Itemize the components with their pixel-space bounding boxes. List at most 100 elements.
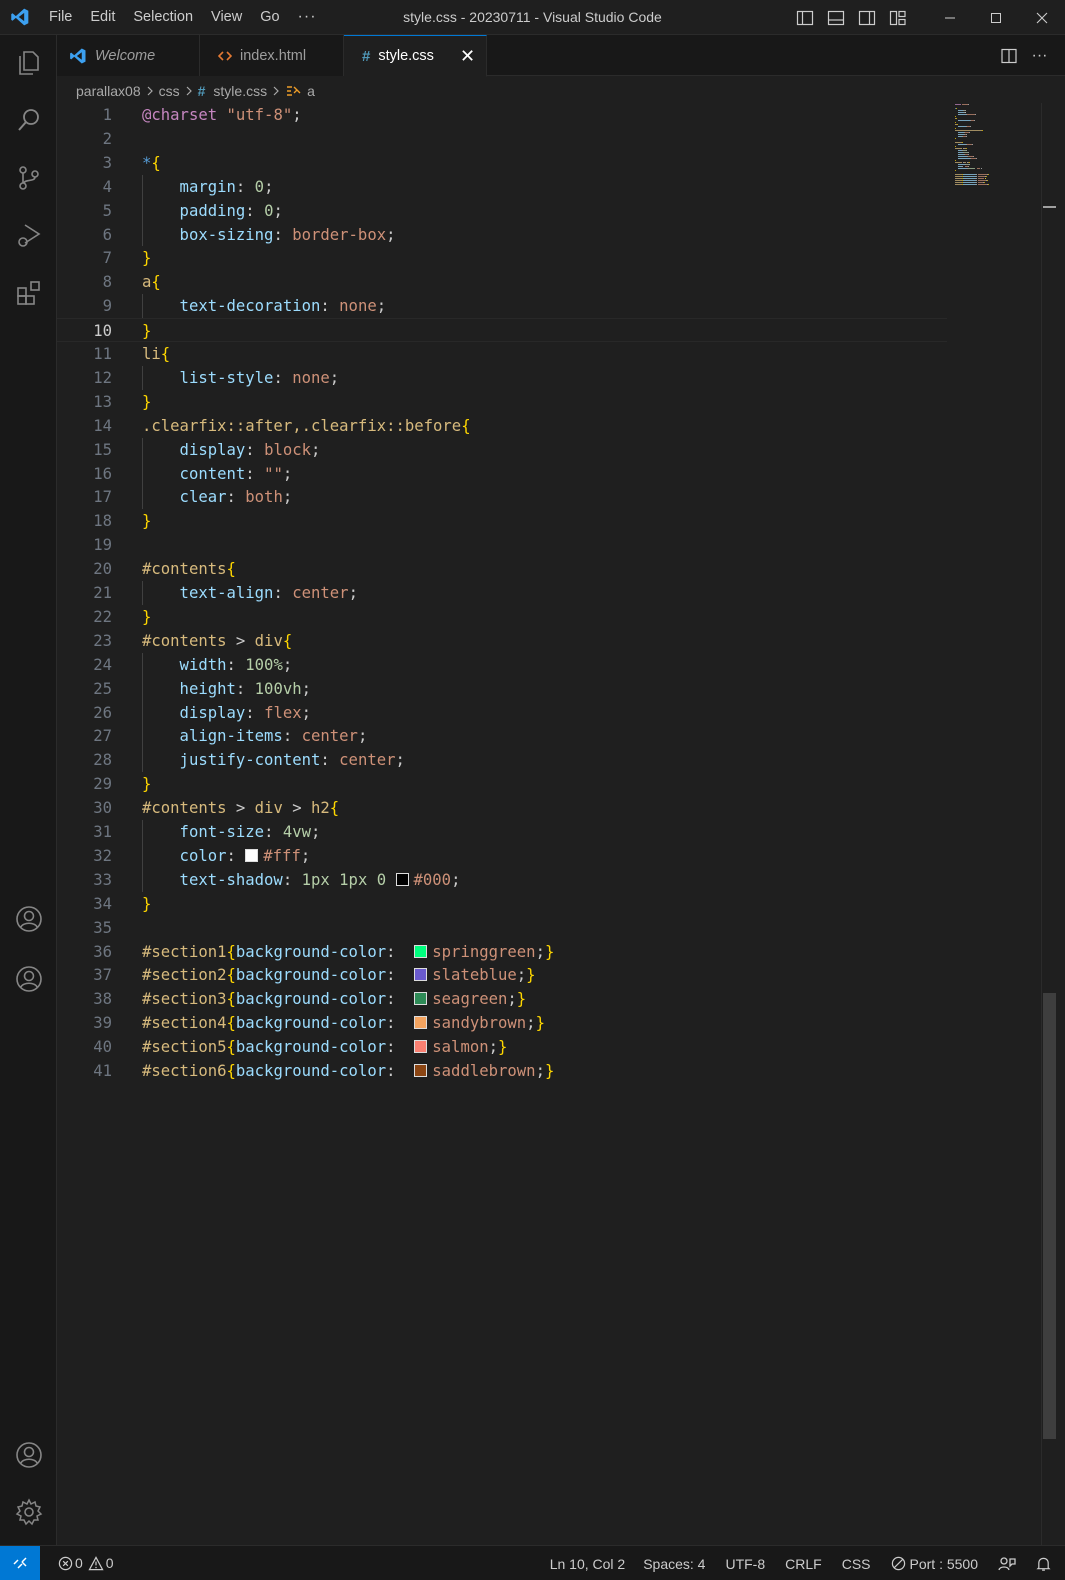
accounts-icon[interactable] <box>0 1431 57 1479</box>
live-server-port[interactable]: Port : 5500 <box>910 1556 989 1572</box>
menu-view[interactable]: View <box>202 0 251 35</box>
close-tab-icon[interactable]: ✕ <box>460 46 475 67</box>
code-line[interactable]: 39 #section4{background-color: sandybrown… <box>57 1011 947 1035</box>
code-line[interactable]: 26 display: flex; <box>57 701 947 725</box>
search-icon[interactable] <box>0 96 57 144</box>
color-swatch[interactable] <box>414 968 428 982</box>
code-editor[interactable]: 1 @charset "utf-8"; 2 3 *{4 margin: 0; 5 padd… <box>57 103 1045 1545</box>
minimize-icon[interactable] <box>927 0 973 35</box>
tab-style-css[interactable]: # style.css ✕ <box>344 35 487 77</box>
code-line[interactable]: 11 li{ <box>57 342 947 366</box>
code-line[interactable]: 29} <box>57 772 947 796</box>
color-swatch[interactable] <box>414 992 428 1006</box>
code-line[interactable]: 13} <box>57 390 947 414</box>
source-control-icon[interactable] <box>0 154 57 202</box>
code-line[interactable]: 35 <box>57 916 947 940</box>
code-line[interactable]: 28 justify-content: center; <box>57 748 947 772</box>
code-line[interactable]: 9 text-decoration: none; <box>57 294 947 318</box>
code-line[interactable]: 34} <box>57 892 947 916</box>
code-line[interactable]: 25 height: 100vh; <box>57 677 947 701</box>
code-token: #section3 <box>142 990 227 1009</box>
toggle-primary-sidebar-icon[interactable] <box>789 0 820 35</box>
indentation[interactable]: Spaces: 4 <box>633 1556 715 1572</box>
code-line[interactable]: 41 #section6{background-color: saddlebrow… <box>57 1059 947 1083</box>
feedback-icon[interactable] <box>988 1556 1026 1572</box>
breadcrumb-folder[interactable]: parallax08 <box>76 83 141 99</box>
code-line[interactable]: 23 #contents > div{ <box>57 629 947 653</box>
customize-layout-icon[interactable] <box>882 0 913 35</box>
code-line[interactable]: 1 @charset "utf-8"; <box>57 103 947 127</box>
color-swatch[interactable] <box>414 1064 428 1077</box>
code-line[interactable]: 22} <box>57 605 947 629</box>
line-ending[interactable]: CRLF <box>775 1556 832 1572</box>
toggle-panel-icon[interactable] <box>820 0 851 35</box>
encoding[interactable]: UTF-8 <box>715 1556 775 1572</box>
code-line[interactable]: 16 content: ""; <box>57 462 947 486</box>
tab-index-html[interactable]: index.html <box>200 35 344 76</box>
code-line[interactable]: 3 *{ <box>57 151 947 175</box>
explorer-icon[interactable] <box>0 39 57 87</box>
breadcrumb-folder[interactable]: css <box>159 83 180 99</box>
code-line[interactable]: 18} <box>57 509 947 533</box>
toggle-secondary-sidebar-icon[interactable] <box>851 0 882 35</box>
maximize-icon[interactable] <box>973 0 1019 35</box>
tab-welcome[interactable]: Welcome <box>57 35 200 76</box>
code-line[interactable]: 12 list-style: none; <box>57 366 947 390</box>
cursor-position[interactable]: Ln 10, Col 2 <box>542 1556 634 1572</box>
remote-indicator-icon[interactable] <box>0 1545 40 1580</box>
code-line[interactable]: 8 a{ <box>57 270 947 294</box>
color-swatch[interactable] <box>245 848 259 862</box>
color-swatch[interactable] <box>395 872 409 886</box>
code-line[interactable]: 2 <box>57 127 947 151</box>
code-line[interactable]: 37 #section2{background-color: slateblue;… <box>57 963 947 987</box>
run-debug-icon[interactable] <box>0 211 57 259</box>
code-line[interactable]: 14 .clearfix::after,.clearfix::before{ <box>57 414 947 438</box>
notifications-bell-icon[interactable] <box>1026 1556 1065 1572</box>
code-line[interactable]: 19 <box>57 533 947 557</box>
menu-edit[interactable]: Edit <box>81 0 124 35</box>
breadcrumb-symbol[interactable]: a <box>307 83 315 99</box>
code-line[interactable]: 38 #section3{background-color: seagreen;} <box>57 987 947 1011</box>
code-line[interactable]: 7} <box>57 246 947 270</box>
line-text: display: flex; <box>142 701 311 725</box>
code-token: ; <box>282 655 293 674</box>
code-line[interactable]: 31 font-size: 4vw; <box>57 820 947 844</box>
code-line[interactable]: 33 text-shadow: 1px 1px 0 #000; <box>57 868 947 892</box>
color-swatch[interactable] <box>414 944 428 958</box>
menu-file[interactable]: File <box>40 0 81 35</box>
language-mode[interactable]: CSS <box>832 1556 881 1572</box>
code-line[interactable]: 15 display: block; <box>57 438 947 462</box>
extensions-icon[interactable] <box>0 269 57 317</box>
minimap-line <box>987 174 989 175</box>
code-line[interactable]: 27 align-items: center; <box>57 724 947 748</box>
indent-guide <box>142 581 143 605</box>
code-line[interactable]: 21 text-align: center; <box>57 581 947 605</box>
code-line[interactable]: 20 #contents{ <box>57 557 947 581</box>
code-line[interactable]: 36 #section1{background-color: springgree… <box>57 940 947 964</box>
minimap[interactable] <box>955 104 1005 194</box>
split-editor-icon[interactable] <box>993 47 1024 65</box>
menu-go[interactable]: Go <box>251 0 288 35</box>
code-line[interactable]: 5 padding: 0; <box>57 199 947 223</box>
settings-gear-icon[interactable] <box>0 1488 57 1536</box>
more-actions-icon[interactable]: ··· <box>1024 47 1055 65</box>
code-line[interactable]: 30 #contents > div > h2{ <box>57 796 947 820</box>
code-line[interactable]: 4 margin: 0; <box>57 175 947 199</box>
code-line[interactable]: 24 width: 100%; <box>57 653 947 677</box>
problems-indicator[interactable]: 0 0 <box>50 1555 114 1571</box>
color-swatch[interactable] <box>414 1016 428 1030</box>
scrollbar-thumb[interactable] <box>1043 993 1056 1439</box>
vertical-scrollbar[interactable] <box>1041 103 1056 1545</box>
color-swatch[interactable] <box>414 1040 428 1054</box>
account-icon[interactable] <box>0 895 57 943</box>
code-line[interactable]: 10} <box>57 318 947 343</box>
menu-more-icon[interactable]: ··· <box>289 8 326 26</box>
code-line[interactable]: 17 clear: both; <box>57 485 947 509</box>
account-icon[interactable] <box>0 955 57 1003</box>
code-line[interactable]: 40 #section5{background-color: salmon;} <box>57 1035 947 1059</box>
breadcrumb-file[interactable]: style.css <box>213 83 267 99</box>
code-line[interactable]: 6 box-sizing: border-box; <box>57 223 947 247</box>
menu-selection[interactable]: Selection <box>124 0 202 35</box>
code-line[interactable]: 32 color: #fff; <box>57 844 947 868</box>
close-window-icon[interactable] <box>1019 0 1065 35</box>
